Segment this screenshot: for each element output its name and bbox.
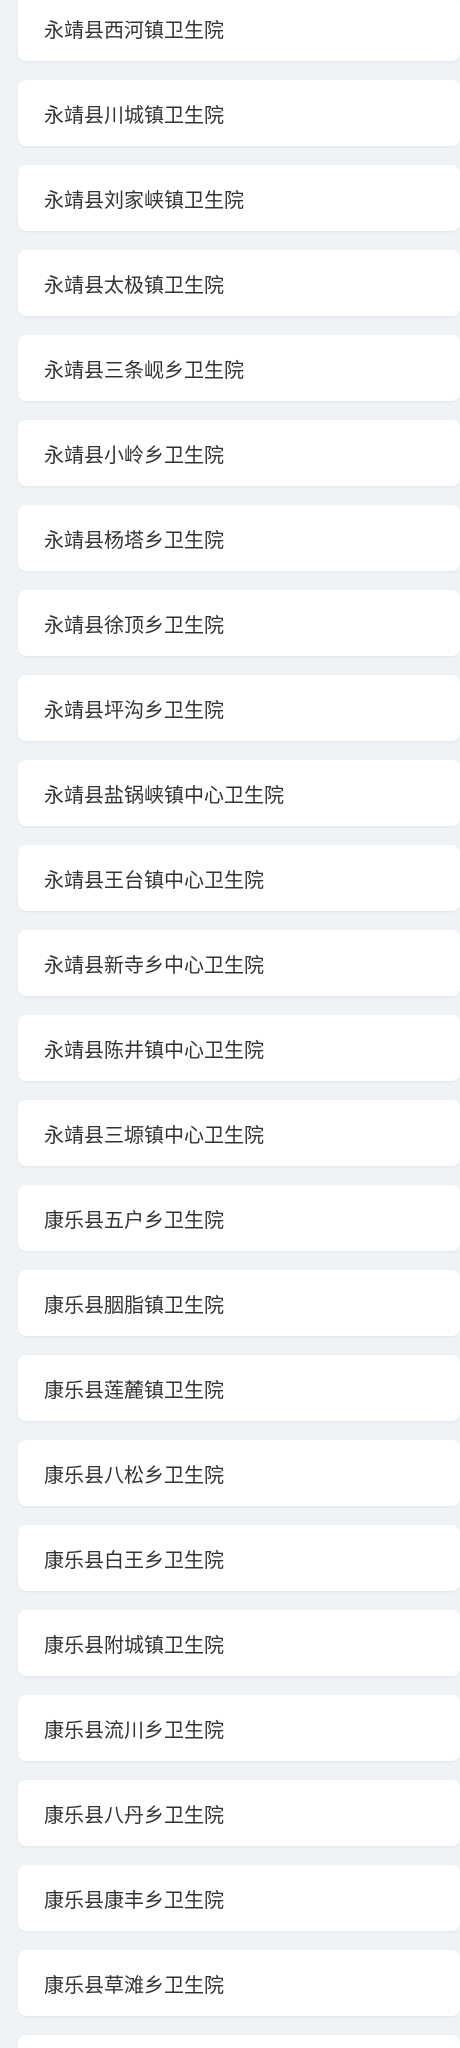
list-item[interactable]: 康乐县五户乡卫生院: [18, 1185, 460, 1251]
list-item-label: 永靖县小岭乡卫生院: [44, 442, 224, 467]
list-item[interactable]: 永靖县杨塔乡卫生院: [18, 505, 460, 571]
list-item[interactable]: 康乐县康丰乡卫生院: [18, 1865, 460, 1931]
list-item[interactable]: 永靖县川城镇卫生院: [18, 80, 460, 146]
list-item[interactable]: 康乐县草滩乡卫生院: [18, 1950, 460, 2016]
list-item-label: 永靖县杨塔乡卫生院: [44, 527, 224, 552]
list-item-label: 康乐县附城镇卫生院: [44, 1632, 224, 1657]
list-item[interactable]: 永靖县徐顶乡卫生院: [18, 590, 460, 656]
list-item-label: 永靖县太极镇卫生院: [44, 272, 224, 297]
list-item-label: 永靖县盐锅峡镇中心卫生院: [44, 782, 284, 807]
list-item[interactable]: 永靖县小岭乡卫生院: [18, 420, 460, 486]
list-item[interactable]: 永靖县王台镇中心卫生院: [18, 845, 460, 911]
list-item-label: 永靖县川城镇卫生院: [44, 102, 224, 127]
list-item[interactable]: 康乐县附城镇卫生院: [18, 1610, 460, 1676]
list-item-label: 永靖县徐顶乡卫生院: [44, 612, 224, 637]
list-item-partial[interactable]: [18, 2035, 460, 2048]
list-item-label: 永靖县新寺乡中心卫生院: [44, 952, 264, 977]
list-item[interactable]: 康乐县莲麓镇卫生院: [18, 1355, 460, 1421]
list-item[interactable]: 康乐县流川乡卫生院: [18, 1695, 460, 1761]
list-item[interactable]: 永靖县坪沟乡卫生院: [18, 675, 460, 741]
list-item-label: 康乐县八松乡卫生院: [44, 1462, 224, 1487]
list-item-label: 康乐县白王乡卫生院: [44, 1547, 224, 1572]
list-item-label: 康乐县流川乡卫生院: [44, 1717, 224, 1742]
list-item[interactable]: 永靖县陈井镇中心卫生院: [18, 1015, 460, 1081]
list-item-label: 康乐县五户乡卫生院: [44, 1207, 224, 1232]
list-item[interactable]: 永靖县太极镇卫生院: [18, 250, 460, 316]
list-item-label: 康乐县八丹乡卫生院: [44, 1802, 224, 1827]
list-item-label: 康乐县胭脂镇卫生院: [44, 1292, 224, 1317]
list-item-label: 永靖县刘家峡镇卫生院: [44, 187, 244, 212]
list-item[interactable]: 永靖县西河镇卫生院: [18, 0, 460, 61]
list-item[interactable]: 永靖县三条岘乡卫生院: [18, 335, 460, 401]
list-item-label: 康乐县莲麓镇卫生院: [44, 1377, 224, 1402]
list-item[interactable]: 永靖县刘家峡镇卫生院: [18, 165, 460, 231]
list-item-label: 康乐县草滩乡卫生院: [44, 1972, 224, 1997]
list-item[interactable]: 康乐县八丹乡卫生院: [18, 1780, 460, 1846]
list-item[interactable]: 康乐县胭脂镇卫生院: [18, 1270, 460, 1336]
list-item[interactable]: 永靖县盐锅峡镇中心卫生院: [18, 760, 460, 826]
hospital-list: 永靖县西河镇卫生院 永靖县川城镇卫生院 永靖县刘家峡镇卫生院 永靖县太极镇卫生院…: [0, 0, 460, 2048]
list-item-label: 永靖县坪沟乡卫生院: [44, 697, 224, 722]
list-item-label: 永靖县陈井镇中心卫生院: [44, 1037, 264, 1062]
list-item[interactable]: 康乐县八松乡卫生院: [18, 1440, 460, 1506]
list-item[interactable]: 永靖县新寺乡中心卫生院: [18, 930, 460, 996]
list-item-label: 康乐县康丰乡卫生院: [44, 1887, 224, 1912]
list-item-label: 永靖县西河镇卫生院: [44, 17, 224, 42]
list-item-label: 永靖县三塬镇中心卫生院: [44, 1122, 264, 1147]
list-item-label: 永靖县王台镇中心卫生院: [44, 867, 264, 892]
list-item[interactable]: 永靖县三塬镇中心卫生院: [18, 1100, 460, 1166]
list-item-label: 永靖县三条岘乡卫生院: [44, 357, 244, 382]
list-item[interactable]: 康乐县白王乡卫生院: [18, 1525, 460, 1591]
